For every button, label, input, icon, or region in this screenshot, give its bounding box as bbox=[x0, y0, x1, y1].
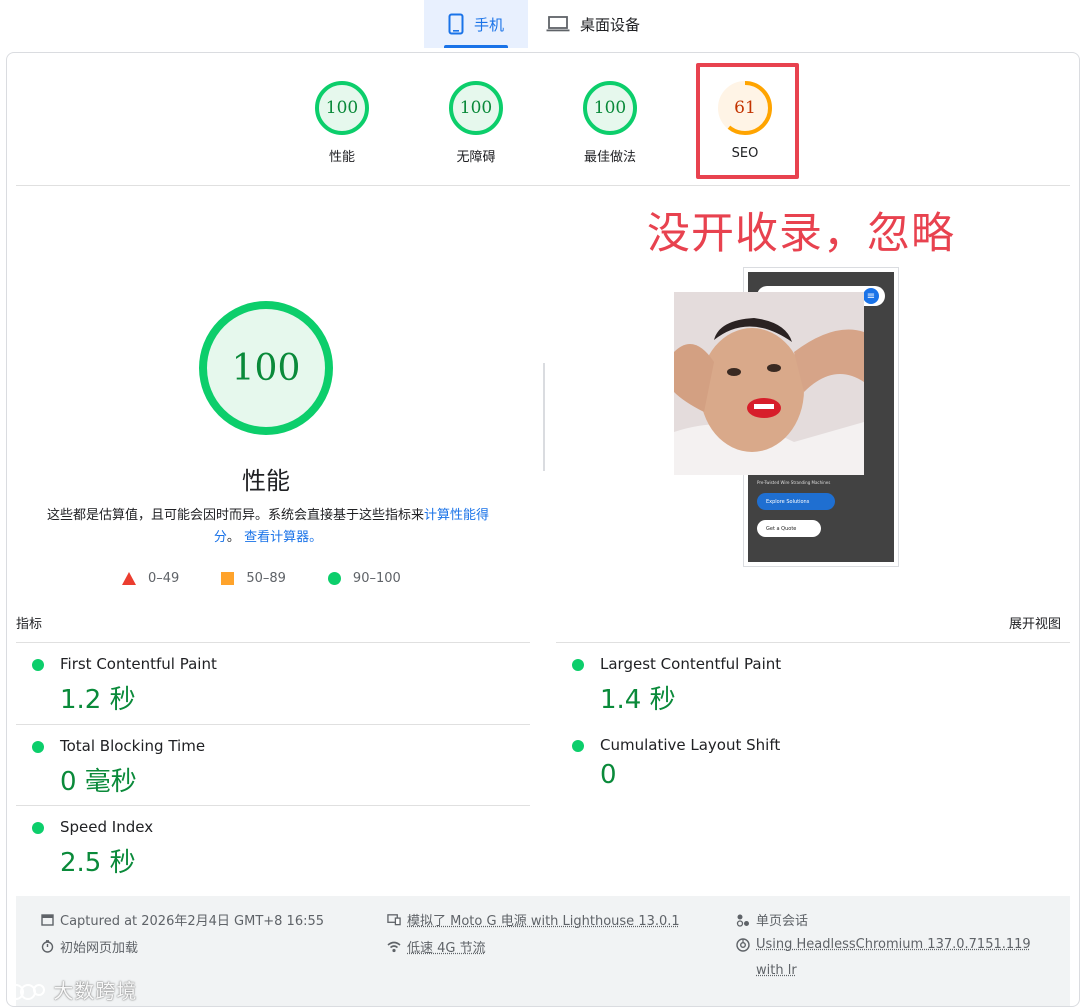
metric-name: Total Blocking Time bbox=[60, 737, 206, 755]
metric-tbt: Total Blocking Time 0 毫秒 bbox=[16, 724, 530, 806]
emulated-text[interactable]: 模拟了 Moto G 电源 with Lighthouse 13.0.1 bbox=[407, 910, 680, 929]
overlay-photo bbox=[674, 292, 864, 475]
legend-fail: 0–49 bbox=[122, 571, 179, 586]
laptop-icon bbox=[546, 16, 570, 32]
metric-si: Speed Index 2.5 秒 bbox=[16, 805, 530, 887]
expand-view-toggle[interactable]: 展开视图 bbox=[1009, 613, 1061, 632]
square-icon bbox=[221, 572, 235, 585]
vertical-divider bbox=[543, 363, 545, 471]
gauge-score: 100 bbox=[459, 98, 493, 118]
metric-name: Cumulative Layout Shift bbox=[600, 736, 781, 754]
watermark-text: 大数跨境 bbox=[53, 979, 138, 1003]
devices-icon bbox=[387, 913, 401, 927]
legend-average: 50–89 bbox=[221, 571, 286, 586]
browser-row-continued: with lr bbox=[756, 963, 797, 978]
timer-icon bbox=[40, 940, 54, 954]
captured-text: Captured at 2026年2月4日 GMT+8 16:55 bbox=[60, 914, 325, 929]
gauge-best-practices[interactable]: 100 最佳做法 bbox=[565, 80, 655, 165]
metrics-header: 指标 bbox=[16, 617, 43, 632]
report-card: 100 性能 100 无障碍 100 最佳做法 61 SEO 没开收录，忽略 1… bbox=[6, 52, 1080, 1007]
annotation-text: 没开收录，忽略 bbox=[647, 209, 955, 259]
initial-load-row: 初始网页加载 bbox=[40, 937, 138, 956]
runtime-settings: Captured at 2026年2月4日 GMT+8 16:55 初始网页加载… bbox=[16, 896, 1070, 1006]
initial-load-text: 初始网页加载 bbox=[60, 941, 139, 956]
legend-label: 50–89 bbox=[246, 571, 286, 586]
throttling-text[interactable]: 低速 4G 节流 bbox=[407, 937, 486, 956]
gauge-score: 100 bbox=[593, 98, 627, 118]
score-legend: 0–49 50–89 90–100 bbox=[122, 571, 443, 586]
metric-cls: Cumulative Layout Shift 0 bbox=[556, 724, 1070, 806]
watermark-logo-icon bbox=[8, 984, 45, 1000]
performance-gauge-large: 100 bbox=[197, 299, 335, 437]
metric-value: 1.4 秒 bbox=[600, 685, 676, 715]
tab-desktop-label: 桌面设备 bbox=[580, 15, 641, 34]
metric-value: 2.5 秒 bbox=[60, 848, 136, 878]
browser-row: Using HeadlessChromium 137.0.7151.119 bbox=[736, 937, 1031, 952]
calculator-link[interactable]: 查看计算器。 bbox=[244, 530, 322, 545]
metric-value: 0 毫秒 bbox=[60, 767, 137, 797]
pass-circle-icon bbox=[572, 659, 584, 671]
performance-title: 性能 bbox=[242, 467, 290, 495]
metric-lcp: Largest Contentful Paint 1.4 秒 bbox=[556, 642, 1070, 724]
metric-value: 0 bbox=[600, 760, 617, 790]
tab-desktop[interactable]: 桌面设备 bbox=[546, 0, 640, 48]
tab-active-indicator bbox=[444, 45, 508, 48]
metric-name: Largest Contentful Paint bbox=[600, 655, 782, 673]
gauge-score: 100 bbox=[325, 98, 359, 118]
screenshot-text: Pre-Twisted Wire Stranding Machines bbox=[757, 480, 831, 485]
person-photo-icon bbox=[674, 292, 864, 475]
pass-circle-icon bbox=[32, 741, 44, 753]
gauge-accessibility[interactable]: 100 无障碍 bbox=[431, 80, 521, 165]
metric-value: 1.2 秒 bbox=[60, 685, 136, 715]
menu-icon: ≡ bbox=[863, 288, 879, 304]
emulated-row: 模拟了 Moto G 电源 with Lighthouse 13.0.1 bbox=[387, 910, 680, 929]
calendar-icon bbox=[40, 913, 54, 927]
pass-circle-icon bbox=[32, 822, 44, 834]
circle-icon bbox=[327, 572, 341, 585]
session-row: 单页会话 bbox=[736, 910, 808, 929]
tab-mobile[interactable]: 手机 bbox=[424, 0, 528, 48]
throttling-row: 低速 4G 节流 bbox=[387, 937, 486, 956]
browser-text[interactable]: Using HeadlessChromium 137.0.7151.119 bbox=[756, 937, 1031, 952]
phone-icon bbox=[448, 13, 464, 35]
watermark: 大数跨境 bbox=[8, 975, 137, 1004]
session-icon bbox=[736, 913, 750, 927]
gauge-label: 无障碍 bbox=[456, 150, 496, 165]
seo-highlight-box bbox=[696, 63, 799, 179]
metric-name: First Contentful Paint bbox=[60, 655, 217, 673]
screenshot-quote-button: Get a Quote bbox=[757, 520, 821, 537]
metric-fcp: First Contentful Paint 1.2 秒 bbox=[16, 642, 530, 724]
gauge-performance[interactable]: 100 性能 bbox=[297, 80, 387, 165]
screenshot-explore-button: Explore Solutions bbox=[757, 493, 835, 510]
performance-score: 100 bbox=[231, 347, 301, 389]
captured-row: Captured at 2026年2月4日 GMT+8 16:55 bbox=[40, 910, 324, 929]
divider bbox=[16, 185, 1070, 186]
chrome-icon bbox=[736, 937, 750, 952]
device-tabbar: 手机 桌面设备 bbox=[0, 0, 1080, 48]
desc-text: 。 bbox=[226, 530, 240, 545]
pass-circle-icon bbox=[32, 659, 44, 671]
tab-mobile-label: 手机 bbox=[473, 15, 504, 34]
legend-label: 0–49 bbox=[148, 571, 180, 586]
pass-circle-icon bbox=[572, 740, 584, 752]
performance-description: 这些都是估算值，且可能会因时而异。系统会直接基于这些指标来计算性能得分。 查看计… bbox=[37, 505, 499, 549]
wifi-icon bbox=[387, 940, 401, 954]
gauge-label: 性能 bbox=[328, 150, 355, 165]
gauge-label: 最佳做法 bbox=[583, 150, 636, 165]
triangle-icon bbox=[122, 572, 136, 585]
legend-pass: 90–100 bbox=[327, 571, 401, 586]
desc-text: 这些都是估算值，且可能会因时而异。系统会直接基于这些指标来 bbox=[46, 508, 424, 523]
browser-text[interactable]: with lr bbox=[756, 963, 797, 978]
metric-name: Speed Index bbox=[60, 818, 154, 836]
session-text: 单页会话 bbox=[756, 914, 809, 929]
legend-label: 90–100 bbox=[352, 571, 401, 586]
